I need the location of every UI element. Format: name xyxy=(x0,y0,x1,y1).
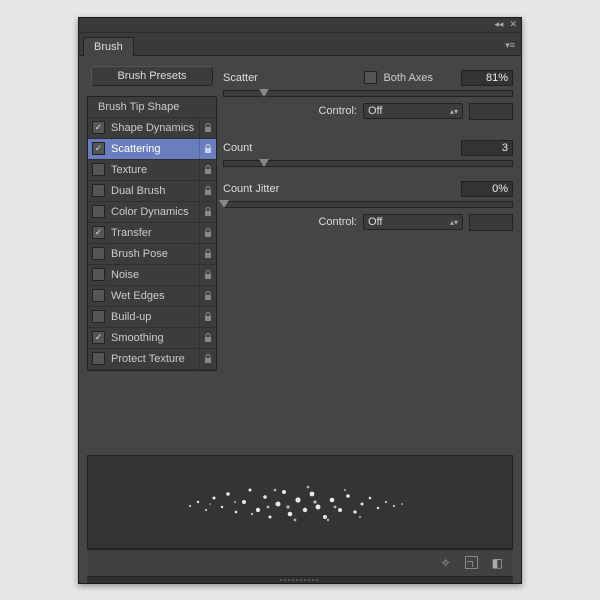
option-checkbox[interactable] xyxy=(92,226,105,239)
option-checkbox[interactable] xyxy=(92,142,105,155)
option-checkbox[interactable] xyxy=(92,247,105,260)
overlay-icon[interactable]: ◧ xyxy=(492,556,503,570)
scatter-label: Scatter xyxy=(223,72,364,84)
scatter-value[interactable]: 81% xyxy=(461,70,513,86)
option-texture[interactable]: Texture xyxy=(88,160,216,181)
option-checkbox[interactable] xyxy=(92,163,105,176)
lock-icon[interactable] xyxy=(199,139,216,159)
scatter-preview-icon xyxy=(140,462,460,542)
option-label: Smoothing xyxy=(111,332,199,344)
lock-icon[interactable] xyxy=(199,265,216,285)
option-checkbox[interactable] xyxy=(92,289,105,302)
option-label: Transfer xyxy=(111,227,199,239)
lock-icon[interactable] xyxy=(199,118,216,138)
option-label: Wet Edges xyxy=(111,290,199,302)
tab-bar: Brush ▾≡ xyxy=(79,33,521,56)
option-shape-dynamics[interactable]: Shape Dynamics xyxy=(88,118,216,139)
jitter-control-swatch xyxy=(469,214,513,231)
count-slider[interactable] xyxy=(223,160,513,167)
lock-icon[interactable] xyxy=(199,286,216,306)
lock-icon[interactable] xyxy=(199,202,216,222)
dropdown-value: Off xyxy=(368,216,382,228)
option-label: Color Dynamics xyxy=(111,206,199,218)
option-protect-texture[interactable]: Protect Texture xyxy=(88,349,216,370)
panel-topbar: ◂◂ ✕ xyxy=(79,18,521,33)
scatter-control-dropdown[interactable]: Off ▴▾ xyxy=(363,103,463,119)
count-value[interactable]: 3 xyxy=(461,140,513,156)
count-jitter-label: Count Jitter xyxy=(223,183,461,195)
jitter-control-label: Control: xyxy=(318,216,357,228)
panel-body: Brush Presets Brush Tip Shape Shape Dynam… xyxy=(79,56,521,583)
toggle-live-tip-icon[interactable]: ✧ xyxy=(441,556,451,570)
brush-panel: ◂◂ ✕ Brush ▾≡ Brush Presets Brush Tip Sh… xyxy=(78,17,522,584)
option-label: Shape Dynamics xyxy=(111,122,199,134)
lock-icon[interactable] xyxy=(199,181,216,201)
dropdown-value: Off xyxy=(368,105,382,117)
lock-icon[interactable] xyxy=(199,160,216,180)
option-brush-pose[interactable]: Brush Pose xyxy=(88,244,216,265)
option-checkbox[interactable] xyxy=(92,268,105,281)
option-checkbox[interactable] xyxy=(92,121,105,134)
lock-icon[interactable] xyxy=(199,223,216,243)
lock-icon[interactable] xyxy=(199,307,216,327)
brush-stroke-preview xyxy=(87,455,513,549)
option-scattering[interactable]: Scattering xyxy=(88,139,216,160)
option-color-dynamics[interactable]: Color Dynamics xyxy=(88,202,216,223)
scatter-control-label: Control: xyxy=(318,105,357,117)
option-dual-brush[interactable]: Dual Brush xyxy=(88,181,216,202)
option-checkbox[interactable] xyxy=(92,184,105,197)
brush-presets-button[interactable]: Brush Presets xyxy=(91,66,213,86)
option-smoothing[interactable]: Smoothing xyxy=(88,328,216,349)
collapse-icon[interactable]: ◂◂ xyxy=(494,20,503,29)
lock-icon[interactable] xyxy=(199,328,216,348)
close-icon[interactable]: ✕ xyxy=(509,20,517,29)
slider-thumb-icon[interactable] xyxy=(219,200,229,208)
panel-menu-icon[interactable]: ▾≡ xyxy=(505,40,521,55)
lock-icon[interactable] xyxy=(199,244,216,264)
scatter-slider[interactable] xyxy=(223,90,513,97)
slider-thumb-icon[interactable] xyxy=(259,159,269,167)
option-brush-tip-shape[interactable]: Brush Tip Shape xyxy=(88,97,216,118)
option-label: Noise xyxy=(111,269,199,281)
option-label: Brush Pose xyxy=(111,248,199,260)
option-checkbox[interactable] xyxy=(92,310,105,323)
lock-icon[interactable] xyxy=(199,349,216,369)
resize-grip[interactable] xyxy=(87,576,513,583)
option-label: Protect Texture xyxy=(111,353,199,365)
count-jitter-value[interactable]: 0% xyxy=(461,181,513,197)
option-label: Texture xyxy=(111,164,199,176)
count-jitter-slider[interactable] xyxy=(223,201,513,208)
chevron-updown-icon: ▴▾ xyxy=(450,218,458,227)
slider-thumb-icon[interactable] xyxy=(259,89,269,97)
both-axes-checkbox[interactable] xyxy=(364,71,377,84)
brush-options-list: Brush Tip Shape Shape Dynamics Scattering T… xyxy=(87,96,217,371)
option-label: Scattering xyxy=(111,143,199,155)
scatter-control-swatch xyxy=(469,103,513,120)
option-wet-edges[interactable]: Wet Edges xyxy=(88,286,216,307)
both-axes-label: Both Axes xyxy=(383,72,433,84)
option-checkbox[interactable] xyxy=(92,205,105,218)
option-noise[interactable]: Noise xyxy=(88,265,216,286)
chevron-updown-icon: ▴▾ xyxy=(450,107,458,116)
option-label: Build-up xyxy=(111,311,199,323)
new-preset-icon[interactable] xyxy=(465,556,478,569)
left-column: Brush Presets Brush Tip Shape Shape Dynam… xyxy=(87,66,217,371)
option-label: Brush Tip Shape xyxy=(98,101,216,113)
count-label: Count xyxy=(223,142,461,154)
jitter-control-dropdown[interactable]: Off ▴▾ xyxy=(363,214,463,230)
option-build-up[interactable]: Build-up xyxy=(88,307,216,328)
tab-brush[interactable]: Brush xyxy=(83,37,134,56)
panel-footer: ✧ ◧ xyxy=(87,549,513,576)
option-label: Dual Brush xyxy=(111,185,199,197)
right-column: Scatter Both Axes 81% Control: Off ▴▾ xyxy=(223,66,513,371)
option-transfer[interactable]: Transfer xyxy=(88,223,216,244)
option-checkbox[interactable] xyxy=(92,352,105,365)
option-checkbox[interactable] xyxy=(92,331,105,344)
